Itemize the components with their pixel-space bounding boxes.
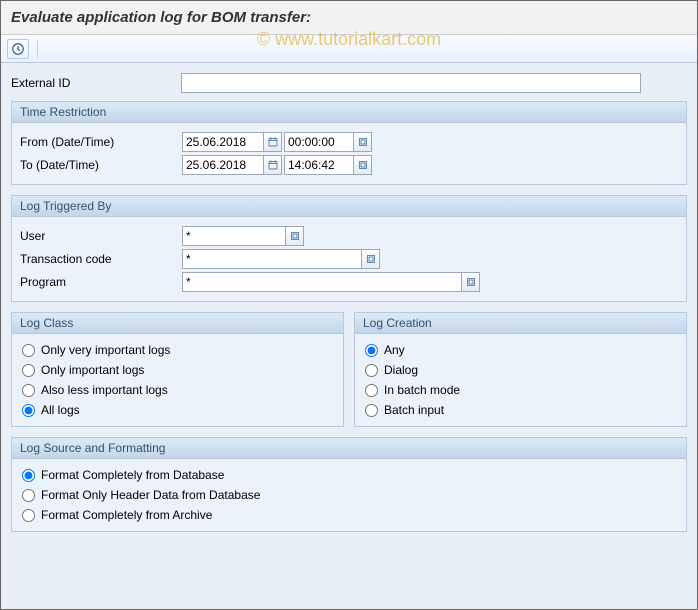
log-creation-option: Batch input (363, 400, 678, 420)
log-class-option: Also less important logs (20, 380, 335, 400)
log-class-option: Only very important logs (20, 340, 335, 360)
log-source-title: Log Source and Formatting (12, 438, 686, 459)
log-class-option: Only important logs (20, 360, 335, 380)
log-creation-label: In batch mode (384, 383, 460, 397)
log-creation-label: Batch input (384, 403, 444, 417)
tcode-label: Transaction code (20, 252, 182, 266)
log-source-option: Format Completely from Archive (20, 505, 678, 525)
from-date-input[interactable] (182, 132, 264, 152)
log-creation-radio[interactable] (365, 404, 378, 417)
value-help-icon (465, 276, 477, 288)
content-area: External ID Time Restriction From (Date/… (1, 63, 697, 609)
log-source-radio[interactable] (22, 469, 35, 482)
to-time-input[interactable] (284, 155, 354, 175)
log-source-group: Log Source and Formatting Format Complet… (11, 437, 687, 532)
value-help-icon (289, 230, 301, 242)
log-creation-label: Any (384, 343, 405, 357)
log-source-label: Format Only Header Data from Database (41, 488, 260, 502)
log-class-option: All logs (20, 400, 335, 420)
log-creation-option: In batch mode (363, 380, 678, 400)
log-creation-radio[interactable] (365, 364, 378, 377)
calendar-icon (267, 159, 279, 171)
value-help-icon (357, 136, 369, 148)
execute-icon (11, 42, 25, 56)
log-class-title: Log Class (12, 313, 343, 334)
toolbar (1, 35, 697, 63)
log-source-label: Format Completely from Archive (41, 508, 212, 522)
program-input[interactable] (182, 272, 462, 292)
from-date-picker[interactable] (264, 132, 282, 152)
to-date-input[interactable] (182, 155, 264, 175)
log-class-label: Only very important logs (41, 343, 170, 357)
log-triggered-by-title: Log Triggered By (12, 196, 686, 217)
log-class-label: Only important logs (41, 363, 144, 377)
log-source-label: Format Completely from Database (41, 468, 224, 482)
log-class-radio[interactable] (22, 344, 35, 357)
user-input[interactable] (182, 226, 286, 246)
time-restriction-group: Time Restriction From (Date/Time) To (Da… (11, 101, 687, 185)
log-creation-option: Dialog (363, 360, 678, 380)
tcode-value-help[interactable] (362, 249, 380, 269)
log-class-label: All logs (41, 403, 80, 417)
log-source-radio[interactable] (22, 509, 35, 522)
to-date-picker[interactable] (264, 155, 282, 175)
value-help-icon (357, 159, 369, 171)
log-source-option: Format Only Header Data from Database (20, 485, 678, 505)
log-class-group: Log Class Only very important logs Only i… (11, 312, 344, 427)
user-value-help[interactable] (286, 226, 304, 246)
from-time-picker[interactable] (354, 132, 372, 152)
execute-button[interactable] (7, 39, 29, 59)
log-triggered-by-group: Log Triggered By User Transaction code P… (11, 195, 687, 302)
user-label: User (20, 229, 182, 243)
log-creation-label: Dialog (384, 363, 418, 377)
program-label: Program (20, 275, 182, 289)
page-title: Evaluate application log for BOM transfe… (1, 1, 697, 35)
log-creation-radio[interactable] (365, 384, 378, 397)
tcode-input[interactable] (182, 249, 362, 269)
to-label: To (Date/Time) (20, 158, 182, 172)
log-source-radio[interactable] (22, 489, 35, 502)
log-creation-radio[interactable] (365, 344, 378, 357)
log-source-option: Format Completely from Database (20, 465, 678, 485)
external-id-input[interactable] (181, 73, 641, 93)
log-creation-option: Any (363, 340, 678, 360)
calendar-icon (267, 136, 279, 148)
log-creation-title: Log Creation (355, 313, 686, 334)
log-class-radio[interactable] (22, 404, 35, 417)
to-time-picker[interactable] (354, 155, 372, 175)
program-value-help[interactable] (462, 272, 480, 292)
value-help-icon (365, 253, 377, 265)
log-class-label: Also less important logs (41, 383, 168, 397)
time-restriction-title: Time Restriction (12, 102, 686, 123)
external-id-label: External ID (11, 76, 181, 90)
log-class-radio[interactable] (22, 364, 35, 377)
log-class-radio[interactable] (22, 384, 35, 397)
external-id-row: External ID (11, 73, 687, 93)
from-label: From (Date/Time) (20, 135, 182, 149)
from-time-input[interactable] (284, 132, 354, 152)
log-creation-group: Log Creation Any Dialog In batch mode Batch… (354, 312, 687, 427)
toolbar-separator (37, 40, 38, 58)
